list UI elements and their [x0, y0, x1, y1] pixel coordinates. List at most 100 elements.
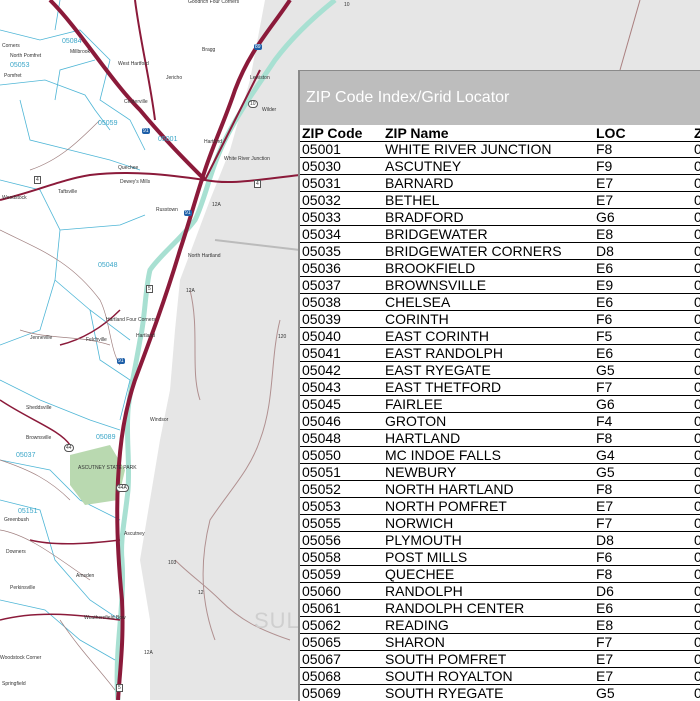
zip-code-cell: 05050 [302, 447, 341, 463]
zip-code-cell: 05042 [302, 362, 341, 378]
zip-label-05089: 05089 [96, 434, 116, 441]
grid-locator-cell: D8 [596, 243, 614, 259]
zip-name-cell: SOUTH ROYALTON [385, 668, 513, 684]
grid-locator-cell: E7 [596, 651, 614, 667]
grid-locator-cell: E7 [596, 192, 614, 208]
second-zip-cell: 0 [694, 549, 700, 566]
us-route-shield-icon: 4 [34, 176, 41, 184]
zip-name-cell: QUECHEE [385, 566, 455, 582]
town-label: Russtown [156, 207, 178, 213]
grid-locator-cell: E6 [596, 345, 614, 361]
town-label: Hartland [136, 333, 155, 339]
zip-code-cell: 05053 [302, 498, 341, 514]
zip-name-cell: PLYMOUTH [385, 532, 462, 548]
second-zip-cell: 0 [694, 481, 700, 498]
grid-locator-cell: E6 [596, 294, 614, 310]
zip-index-row: 05058 POST MILLS F6 0 [300, 549, 700, 566]
zip-code-cell: 05036 [302, 260, 341, 276]
second-zip-cell: 0 [694, 668, 700, 685]
column-header-zip-code: ZIP Code [302, 125, 363, 141]
column-header-zip-name: ZIP Name [385, 125, 449, 141]
zip-index-row: 05036 BROOKFIELD E6 0 [300, 260, 700, 277]
us-route-shield-icon: 4 [254, 180, 261, 188]
zip-index-row: 05059 QUECHEE F8 0 [300, 566, 700, 583]
town-label: Millbrook [70, 49, 91, 55]
zip-code-cell: 05038 [302, 294, 341, 310]
interstate-shield-icon: 91 [142, 128, 150, 134]
town-label: Springfield [2, 681, 26, 687]
state-route-oval-icon: 12A [212, 202, 221, 208]
grid-locator-cell: E8 [596, 226, 614, 242]
town-label: Hartford [204, 139, 223, 145]
grid-locator-cell: F8 [596, 566, 613, 582]
second-zip-cell: 0 [694, 498, 700, 515]
zip-code-cell: 05058 [302, 549, 341, 565]
zip-code-cell: 05034 [302, 226, 341, 242]
zip-label-05001: 05001 [158, 136, 178, 143]
town-label: Felchville [86, 337, 107, 343]
zip-index-row: 05051 NEWBURY G5 0 [300, 464, 700, 481]
town-label: Weathersfield Bow [84, 615, 126, 621]
zip-code-cell: 05069 [302, 685, 341, 701]
second-zip-cell: 0 [694, 345, 700, 362]
state-route-oval-icon: 10 [344, 2, 350, 8]
zip-name-cell: SOUTH POMFRET [385, 651, 507, 667]
zip-code-cell: 05048 [302, 430, 341, 446]
zip-index-row: 05041 EAST RANDOLPH E6 0 [300, 345, 700, 362]
zip-name-cell: NORTH POMFRET [385, 498, 507, 514]
zip-name-cell: RANDOLPH CENTER [385, 600, 525, 616]
town-label: Hartland Four Corners [106, 317, 156, 323]
zip-index-row: 05033 BRADFORD G6 0 [300, 209, 700, 226]
state-route-oval-icon: 12A [186, 288, 195, 294]
town-label: North Pomfret [10, 53, 42, 59]
second-zip-cell: 0 [694, 413, 700, 430]
town-label: Greenbush [4, 517, 29, 523]
zip-index-row: 05048 HARTLAND F8 0 [300, 430, 700, 447]
second-zip-cell: 0 [694, 311, 700, 328]
second-zip-cell: 0 [694, 447, 700, 464]
zip-index-row: 05046 GROTON F4 0 [300, 413, 700, 430]
grid-locator-cell: F6 [596, 311, 613, 327]
zip-code-cell: 05062 [302, 617, 341, 633]
zip-code-cell: 05040 [302, 328, 341, 344]
town-label: Sheddsville [26, 405, 52, 411]
interstate-shield-icon: 91 [117, 358, 125, 364]
zip-code-cell: 05061 [302, 600, 341, 616]
zip-code-cell: 05041 [302, 345, 341, 361]
town-label: Wilder [262, 107, 277, 113]
zip-name-cell: ASCUTNEY [385, 158, 462, 174]
grid-locator-cell: E6 [596, 600, 614, 616]
zip-index-row: 05045 FAIRLEE G6 0 [300, 396, 700, 413]
zip-index-row: 05065 SHARON F7 0 [300, 634, 700, 651]
second-zip-cell: 0 [694, 328, 700, 345]
second-zip-cell: 0 [694, 430, 700, 447]
grid-locator-cell: F7 [596, 634, 613, 650]
state-route-oval-icon: 120 [278, 334, 287, 340]
zip-name-cell: READING [385, 617, 449, 633]
town-label: Windsor [150, 417, 169, 423]
town-label: Woodstock Corner [0, 655, 42, 661]
zip-index-row: 05035 BRIDGEWATER CORNERS D8 0 [300, 243, 700, 260]
zip-index-column-headers: ZIP Code ZIP Name LOC Z [300, 125, 700, 142]
zip-name-cell: CORINTH [385, 311, 449, 327]
zip-code-cell: 05051 [302, 464, 341, 480]
zip-name-cell: EAST RYEGATE [385, 362, 491, 378]
us-route-shield-icon: 5 [116, 684, 123, 692]
second-zip-cell: 0 [694, 277, 700, 294]
zip-index-row: 05061 RANDOLPH CENTER E6 0 [300, 600, 700, 617]
second-zip-cell: 0 [694, 379, 700, 396]
grid-locator-cell: E7 [596, 175, 614, 191]
zip-name-cell: SOUTH RYEGATE [385, 685, 504, 701]
us-route-shield-icon: 5 [146, 285, 153, 293]
town-label: Dewey's Mills [120, 179, 151, 185]
town-label: Goodrich Four Corners [188, 0, 240, 5]
zip-code-cell: 05056 [302, 532, 341, 548]
second-zip-cell: 0 [694, 260, 700, 277]
grid-locator-cell: F4 [596, 413, 613, 429]
town-label: Ascutney [124, 531, 145, 537]
grid-locator-cell: G6 [596, 396, 615, 412]
state-route-oval-icon: 44A [116, 484, 129, 492]
zip-name-cell: BROWNSVILLE [385, 277, 487, 293]
grid-locator-cell: E7 [596, 498, 614, 514]
zip-name-cell: RANDOLPH [385, 583, 463, 599]
